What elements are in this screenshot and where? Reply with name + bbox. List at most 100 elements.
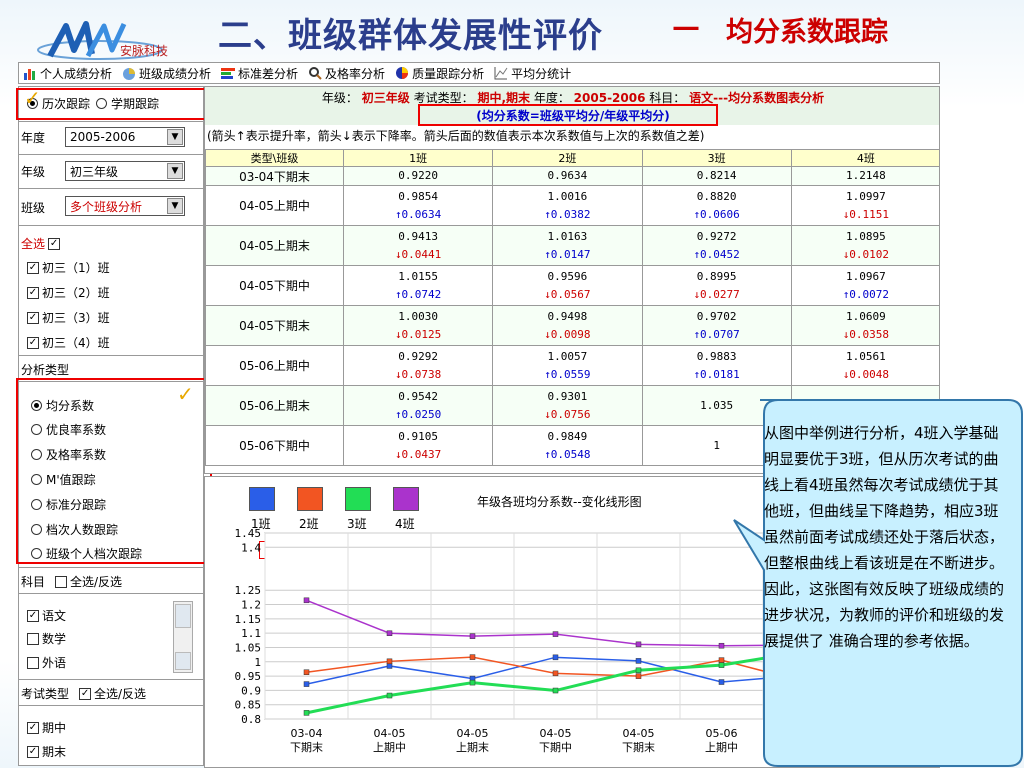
subject-label: 科目 (21, 575, 46, 589)
class-1-checkbox[interactable]: ✓ (27, 261, 39, 274)
select-all-checkbox[interactable]: ✓ (48, 237, 61, 250)
y-tick-label: 0.95 (235, 670, 262, 683)
cell-delta: ↑0.0559 (544, 367, 591, 381)
table-cell: 1.0030 ↓0.0125 (342, 305, 494, 346)
class-2-checkbox[interactable]: ✓ (27, 286, 39, 299)
subject-select-all-checkbox[interactable] (55, 575, 68, 588)
class-3-label: 初三（3）班 (42, 311, 110, 325)
exam-final-checkbox[interactable]: ✓ (27, 745, 39, 758)
x-tick-label: 下期末 (622, 740, 655, 754)
cell-delta: ↓0.0567 (544, 287, 591, 301)
row-period: 05-06上期末 (205, 385, 344, 426)
exam-select-all-checkbox[interactable]: ✓ (79, 687, 92, 700)
x-tick-label: 下期末 (290, 740, 323, 754)
table-row: 04-05上期末 0.9413 ↓0.0441 1.0163 ↑0.0147 0.9272… (205, 225, 939, 266)
subject-label-item: 语文 (42, 609, 67, 623)
table-cell: 0.8820 ↑0.0606 (641, 185, 792, 226)
cell-value: 0.9272 (696, 229, 737, 243)
y-tick-label: 1 (254, 656, 261, 669)
cell-value: 0.9542 (398, 389, 438, 403)
pie-chart-icon (123, 68, 136, 80)
cell-value: 0.9301 (547, 389, 588, 403)
x-tick-label: 04-05 (623, 727, 655, 740)
toolbar-item-label: 及格率分析 (325, 66, 386, 81)
cell-value: 0.9854 (398, 189, 438, 203)
toolbar-item-label: 班级成绩分析 (139, 66, 212, 81)
toolbar-item-personal[interactable]: 个人成绩分析 (23, 65, 112, 82)
table-cell: 0.9849 ↑0.0548 (492, 425, 643, 466)
subject-value: 语文---均分系数图表分析 (689, 91, 825, 105)
data-point (386, 663, 393, 669)
page-subtitle: 均分系数跟踪 (726, 17, 888, 48)
table-cell: 0.8214 (641, 166, 792, 186)
x-tick-label: 03-04 (291, 727, 323, 740)
cell-delta: ↑0.0181 (693, 367, 740, 381)
toolbar-item-average[interactable]: 平均分统计 (494, 65, 571, 82)
table-row: 04-05下期末 1.0030 ↓0.0125 0.9498 ↓0.0098 0.9702… (205, 305, 939, 346)
grade-select[interactable]: 初三年级 ▼ (65, 161, 185, 181)
subject-scrollbar[interactable] (173, 601, 193, 673)
y-tick-label: 1.15 (235, 613, 262, 626)
class-4-checkbox[interactable]: ✓ (27, 336, 39, 349)
cell-value: 0.9220 (398, 169, 438, 182)
cell-delta: ↓0.0738 (394, 367, 442, 381)
row-period: 04-05下期中 (205, 265, 344, 306)
table-cell: 0.9272 ↑0.0452 (641, 225, 792, 266)
data-point (718, 657, 725, 663)
exam-type-label: 考试类型 (21, 687, 70, 701)
cell-delta: ↓0.0441 (394, 247, 442, 261)
cell-value: 0.9498 (547, 309, 588, 323)
column-header: 3班 (641, 149, 792, 167)
table-cell: 0.9854 ↑0.0634 (342, 185, 494, 226)
table-row: 04-05上期中 0.9854 ↑0.0634 1.0016 ↑0.0382 0.8820… (205, 185, 939, 226)
table-cell: 0.9292 ↓0.0738 (342, 345, 494, 386)
x-tick-label: 上期末 (456, 740, 489, 754)
table-cell: 1.0155 ↑0.0742 (342, 265, 494, 306)
class-select[interactable]: 多个班级分析 ▼ (65, 196, 185, 216)
grade-value: 初三年级 (361, 91, 410, 105)
data-point (303, 597, 310, 604)
toolbar-item-quality[interactable]: 质量跟踪分析 (395, 65, 484, 82)
year-select-value: 2005-2006 (70, 130, 136, 144)
data-point (635, 641, 642, 648)
class-3-checkbox[interactable]: ✓ (27, 311, 39, 324)
cell-value: 0.9596 (547, 269, 588, 283)
cell-value: 1.0561 (846, 349, 886, 363)
table-cell: 1.0163 ↑0.0147 (492, 225, 643, 266)
subject-select-invert-label: 全选/反选 (70, 575, 123, 589)
subject-math-checkbox[interactable] (27, 632, 39, 645)
arrow-note: (箭头↑表示提升率，箭头↓表示下降率。箭头后面的数值表示本次系数值与上次的系数值… (207, 129, 705, 143)
year-label: 年度 (21, 131, 46, 145)
table-cell: 0.9634 (492, 166, 643, 186)
table-header-row: 类型\班级 1班 2班 3班 4班 (205, 149, 939, 167)
grade-select-value: 初三年级 (70, 164, 119, 179)
table-cell: 0.9498 ↓0.0098 (492, 305, 643, 346)
cell-value: 1.0057 (547, 349, 588, 363)
analysis-type-label: 分析类型 (21, 363, 70, 377)
cell-value: 1.0895 (846, 229, 886, 243)
cell-delta: ↑0.0382 (544, 207, 591, 221)
cell-value: 0.8995 (696, 269, 737, 283)
toolbar-item-passrate[interactable]: 及格率分析 (308, 65, 385, 82)
table-cell: 0.9542 ↑0.0250 (342, 385, 494, 426)
row-period: 04-05下期末 (205, 305, 344, 346)
cell-value: 0.9292 (398, 349, 438, 363)
cell-delta: ↑0.0147 (544, 247, 591, 261)
table-cell: 0.9883 ↑0.0181 (641, 345, 792, 386)
subject-chinese-checkbox[interactable]: ✓ (27, 609, 39, 622)
bars-icon (221, 68, 236, 79)
toolbar-item-label: 个人成绩分析 (40, 66, 113, 81)
data-point (552, 631, 559, 637)
subject-english-checkbox[interactable] (27, 656, 39, 669)
toolbar-item-stddev[interactable]: 标准差分析 (221, 65, 298, 82)
toolbar-item-class[interactable]: 班级成绩分析 (122, 65, 211, 82)
data-point (635, 673, 642, 679)
cell-value: 1.0163 (547, 229, 588, 243)
year-select[interactable]: 2005-2006 ▼ (65, 127, 185, 147)
exam-select-invert-label: 全选/反选 (94, 687, 147, 701)
exam-midterm-checkbox[interactable]: ✓ (27, 721, 39, 734)
logo-text: 安脉科技 (120, 44, 169, 58)
y-tick-label: 1.4 (241, 541, 261, 554)
title-dash: — (672, 10, 700, 43)
table-cell: 1.0609 ↓0.0358 (790, 305, 939, 346)
